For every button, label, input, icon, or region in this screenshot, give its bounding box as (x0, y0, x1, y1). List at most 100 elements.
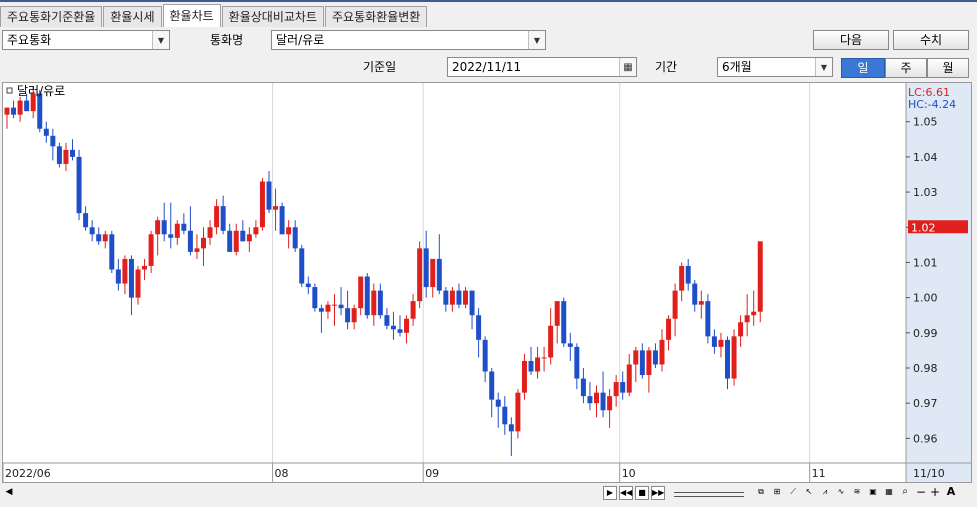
candle-body (705, 301, 711, 337)
scroll-left-icon[interactable]: ◀ (2, 486, 16, 500)
candle-body (89, 227, 95, 235)
search-icon[interactable]: ⌕ (898, 486, 912, 500)
grid-icon[interactable]: ▦ (882, 486, 896, 500)
rate-chart-panel[interactable]: 1.05 1.04 1.03 1.02 1.01 1.00 0.99 0.98 0.97 0.96… (2, 82, 972, 483)
zoom-slider[interactable] (674, 492, 744, 497)
forward-icon[interactable]: ▶▶ (651, 486, 665, 500)
currency-value: 달러/유로 (276, 33, 325, 47)
date-input[interactable]: 2022/11/11 ▦ (447, 57, 637, 77)
values-button[interactable]: 수치 (893, 30, 969, 50)
compare-icon[interactable]: ⊞ (770, 486, 784, 500)
candle-body (109, 234, 115, 270)
candle-body (384, 315, 390, 326)
copy-icon[interactable]: ⧉ (754, 486, 768, 500)
line-tool-icon[interactable]: ⟋ (786, 486, 800, 500)
tab-currency-converter[interactable]: 주요통화환율변환 (325, 6, 428, 27)
candlestick-chart[interactable]: 1.05 1.04 1.03 1.02 1.01 1.00 0.99 0.98 0.97 0.96… (2, 83, 971, 482)
font-size-icon[interactable]: A (944, 486, 958, 500)
candle-body (443, 290, 449, 305)
chart-scrollbar[interactable]: ◀ ▶ ◀◀ ■ ▶▶ ⧉ ⊞ ⟋ ↖ ⩘ ∿ ≋ ▣ ▦ ⌕ − + A (2, 486, 972, 502)
candle-body (56, 146, 62, 164)
image-icon[interactable]: ▣ (866, 486, 880, 500)
x-tick-label: 08 (275, 467, 289, 480)
fib-tool-icon[interactable]: ≋ (850, 486, 864, 500)
candle-body (187, 230, 193, 252)
candle-body (227, 230, 233, 252)
candle-body (37, 93, 43, 129)
rewind-icon[interactable]: ◀◀ (619, 486, 633, 500)
stop-icon[interactable]: ■ (635, 486, 649, 500)
candle-body (620, 382, 626, 393)
date-label: 기준일 (363, 60, 397, 74)
candle-body (299, 248, 305, 284)
wave-tool-icon[interactable]: ∿ (834, 486, 848, 500)
candle-body (495, 399, 501, 407)
candle-body (600, 392, 606, 411)
candle-body (246, 234, 252, 242)
candle-body (286, 227, 292, 235)
candle-body (528, 360, 534, 372)
chart-grid (272, 83, 811, 463)
candle-body (463, 290, 468, 305)
candle-body (515, 392, 521, 432)
candle-body (456, 290, 462, 305)
candle-body (489, 371, 495, 400)
chevron-down-icon[interactable]: ▼ (152, 31, 169, 49)
candle-body (711, 336, 717, 347)
zoom-out-icon[interactable]: − (914, 486, 928, 500)
scroll-right-icon[interactable]: ▶ (603, 486, 617, 500)
currency-group-select[interactable]: 주요통화 ▼ (2, 30, 170, 50)
candle-body (508, 424, 514, 432)
period-select[interactable]: 6개월 ▼ (717, 57, 833, 77)
candle-body (423, 248, 429, 288)
interval-month-button[interactable]: 월 (927, 58, 969, 78)
candle-body (594, 392, 599, 404)
candle-body (83, 213, 89, 228)
interval-week-button[interactable]: 주 (885, 58, 927, 78)
candle-body (279, 206, 285, 235)
candle-body (417, 248, 423, 302)
candle-body (142, 265, 148, 270)
candle-body (390, 325, 396, 330)
candle-body (155, 220, 161, 235)
tab-rate-chart[interactable]: 환율차트 (162, 4, 221, 27)
candle-body (70, 149, 75, 157)
y-tick-label: 1.03 (913, 186, 938, 199)
interval-day-button[interactable]: 일 (841, 58, 885, 78)
candle-body (718, 339, 724, 347)
arrow-tool-icon[interactable]: ↖ (802, 486, 816, 500)
candle-body (63, 149, 69, 164)
chevron-down-icon[interactable]: ▼ (815, 58, 832, 76)
tab-relative-chart[interactable]: 환율상대비교차트 (221, 6, 324, 27)
candle-body (220, 206, 226, 231)
candle-body (24, 100, 30, 112)
candle-body (253, 227, 259, 235)
chevron-down-icon[interactable]: ▼ (528, 31, 545, 49)
candle-body (692, 283, 698, 305)
x-axis-labels: 2022/06 08 09 10 11 11/10 (2, 463, 945, 482)
next-button[interactable]: 다음 (813, 30, 889, 50)
candle-body (181, 223, 187, 231)
y-tick-label: 1.01 (913, 256, 938, 269)
candle-body (469, 290, 475, 316)
candle-body (410, 301, 416, 319)
candle-body (580, 378, 586, 397)
window-top-border (0, 0, 977, 2)
last-price-marker: 1.02 (908, 220, 968, 234)
candle-body (666, 318, 672, 340)
candle-body (626, 364, 632, 393)
candle-body (535, 357, 541, 372)
candle-body (449, 290, 455, 305)
candle-body (541, 357, 547, 359)
candle-body (404, 318, 410, 333)
candle-body (652, 350, 658, 365)
tab-rate-quotes[interactable]: 환율시세 (103, 6, 162, 27)
y-tick-label: 1.00 (913, 292, 938, 305)
move-icon[interactable]: + (928, 486, 942, 500)
currency-select[interactable]: 달러/유로 ▼ (271, 30, 546, 50)
tab-major-rates[interactable]: 주요통화기준환율 (0, 6, 103, 27)
candle-body (207, 227, 213, 238)
candle-body (757, 241, 763, 312)
trend-tool-icon[interactable]: ⩘ (818, 486, 832, 500)
calendar-icon[interactable]: ▦ (619, 58, 636, 76)
